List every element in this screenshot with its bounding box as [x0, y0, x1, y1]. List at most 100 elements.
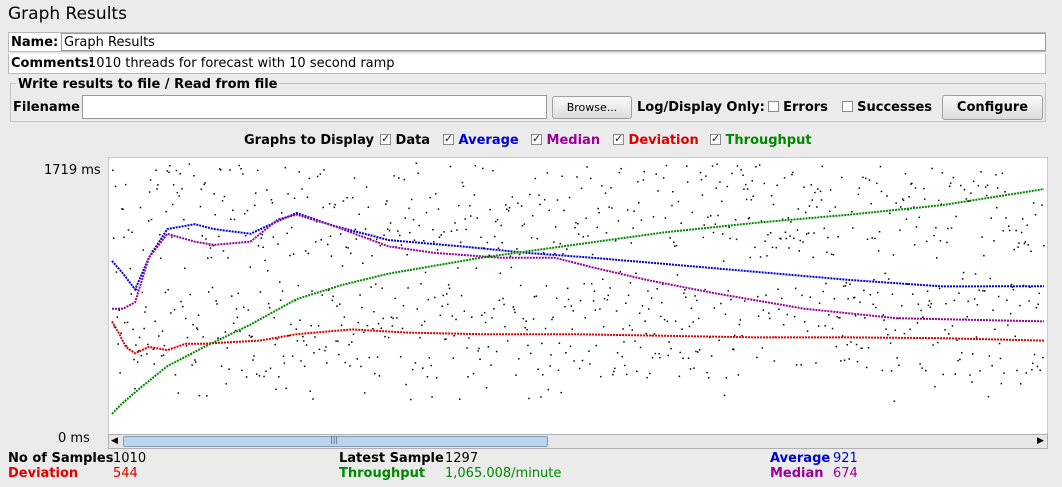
data-point: [578, 367, 581, 370]
data-point: [853, 296, 856, 299]
scroll-thumb[interactable]: |||: [123, 435, 548, 447]
data-point: [745, 198, 748, 201]
data-point: [917, 303, 920, 305]
data-point: [378, 375, 381, 377]
data-point: [991, 365, 993, 367]
data-point: [590, 177, 592, 180]
data-point: [960, 184, 962, 187]
data-point: [174, 374, 177, 376]
data-point: [290, 323, 292, 326]
data-point: [693, 367, 695, 369]
data-point: [317, 325, 320, 327]
data-point: [303, 340, 305, 342]
data-point: [792, 171, 794, 174]
data-point: [351, 341, 353, 343]
data-point: [185, 345, 188, 347]
data-point: [590, 283, 593, 285]
average-checkbox[interactable]: [443, 132, 454, 145]
data-point: [820, 199, 823, 201]
graph-toggle-deviation[interactable]: Deviation: [613, 132, 699, 148]
data-point: [376, 356, 379, 358]
graph-toggle-average[interactable]: Average: [443, 132, 519, 148]
data-point: [805, 211, 807, 214]
successes-checkbox[interactable]: Successes: [842, 100, 932, 115]
data-point: [704, 288, 706, 291]
data-point: [658, 353, 660, 355]
data-point: [208, 291, 210, 293]
data-point: [979, 370, 981, 372]
data-point: [710, 355, 713, 357]
data-point: [408, 207, 410, 210]
data-point: [759, 256, 762, 258]
data-point: [849, 283, 851, 285]
horizontal-scrollbar[interactable]: ◀ ||| ▶: [108, 434, 1048, 449]
data-point: [987, 395, 990, 398]
data-point: [458, 204, 460, 207]
data-point: [146, 353, 148, 355]
data-point: [361, 306, 363, 309]
data-point: [427, 298, 430, 301]
data-point: [278, 376, 280, 378]
data-point: [710, 215, 712, 217]
errors-checkbox[interactable]: Errors: [768, 100, 828, 115]
scroll-right-icon[interactable]: ▶: [1037, 436, 1044, 446]
data-checkbox[interactable]: [380, 132, 391, 145]
data-point: [675, 244, 678, 247]
browse-button[interactable]: Browse...: [552, 96, 632, 119]
data-point: [632, 227, 634, 229]
data-point: [462, 185, 465, 187]
data-point: [1008, 225, 1010, 227]
data-point: [901, 305, 903, 307]
successes-checkbox-box[interactable]: [842, 101, 853, 112]
data-point: [167, 289, 169, 291]
data-point: [988, 355, 991, 357]
data-point: [698, 317, 700, 320]
data-point: [963, 188, 966, 191]
data-point: [548, 209, 550, 212]
data-point: [349, 365, 351, 367]
data-point: [827, 236, 829, 239]
filename-input[interactable]: [82, 95, 547, 119]
data-point: [729, 237, 731, 240]
data-point: [435, 193, 437, 195]
data-point: [570, 305, 573, 307]
data-point: [189, 293, 191, 296]
configure-button[interactable]: Configure: [942, 95, 1043, 120]
graph-toggle-median[interactable]: Median: [531, 132, 600, 148]
data-point: [896, 357, 898, 359]
data-point: [1035, 306, 1038, 309]
graph-toggle-data[interactable]: Data: [380, 132, 430, 148]
name-field[interactable]: Graph Results: [61, 33, 1046, 51]
data-point: [1026, 224, 1028, 226]
data-point: [893, 400, 896, 402]
data-point: [384, 335, 386, 338]
data-point: [654, 352, 657, 355]
errors-checkbox-box[interactable]: [768, 101, 779, 112]
scroll-left-icon[interactable]: ◀: [111, 436, 118, 446]
data-point: [618, 171, 621, 174]
data-point: [281, 290, 284, 292]
throughput-checkbox[interactable]: [710, 132, 721, 145]
data-point: [684, 289, 686, 291]
data-point: [619, 271, 621, 273]
comments-field[interactable]: 1010 threads for forecast with 10 second…: [88, 56, 395, 71]
graph-toggle-throughput[interactable]: Throughput: [710, 132, 812, 148]
data-point: [812, 256, 814, 259]
throughput-stat-value: 1,065.008/minute: [445, 466, 562, 481]
data-point: [191, 364, 193, 366]
data-point: [627, 294, 630, 297]
data-point: [118, 309, 120, 311]
median-checkbox[interactable]: [531, 132, 542, 145]
data-point: [819, 190, 822, 193]
data-point: [705, 175, 707, 177]
data-point: [882, 314, 884, 316]
data-point: [769, 232, 772, 234]
deviation-checkbox[interactable]: [613, 132, 624, 145]
data-point: [500, 224, 502, 227]
data-point: [966, 316, 968, 318]
data-point: [501, 241, 503, 244]
data-point: [595, 344, 597, 347]
filename-label: Filename: [13, 100, 80, 115]
data-point: [447, 284, 450, 286]
data-point: [1016, 369, 1018, 372]
